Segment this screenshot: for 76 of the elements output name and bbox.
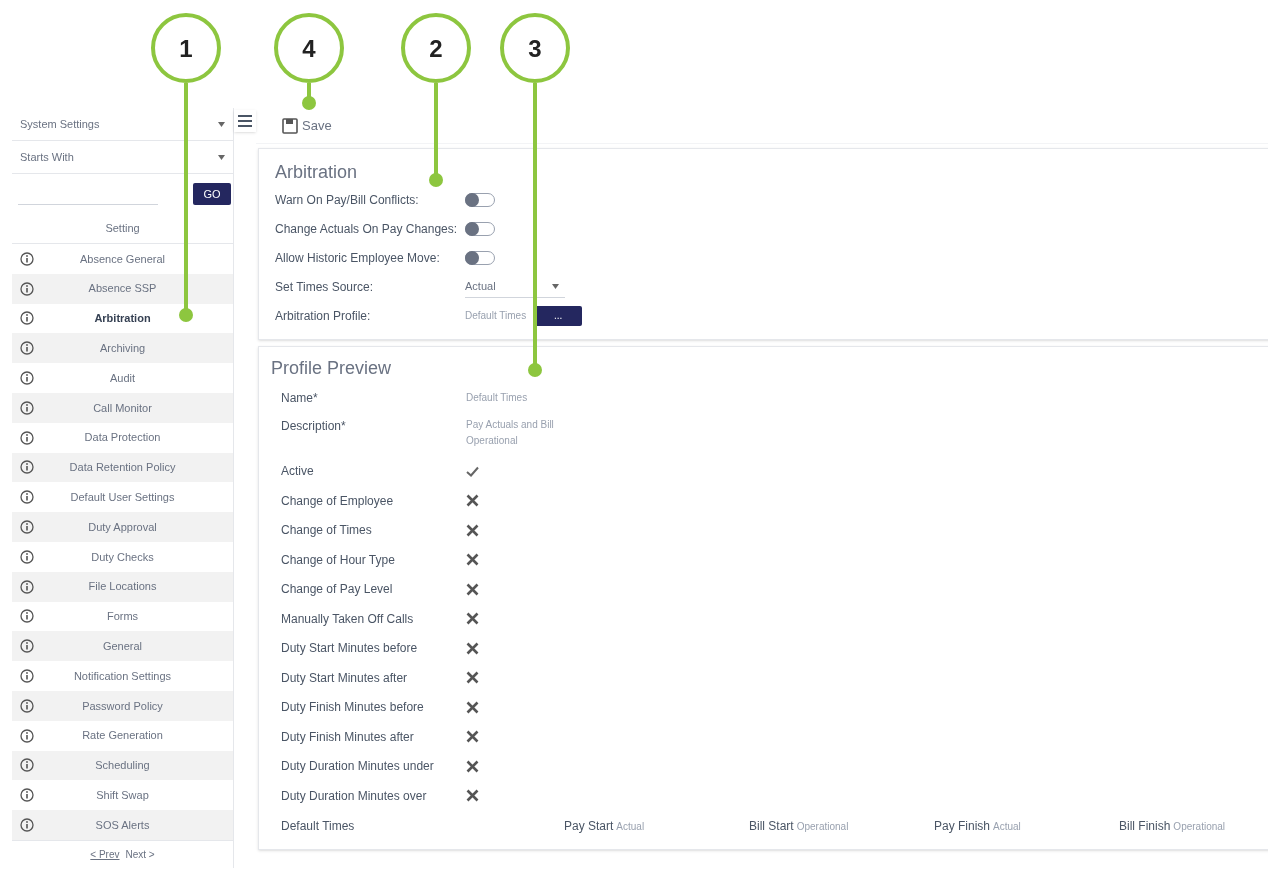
- setting-label: SOS Alerts: [94, 817, 151, 833]
- setting-label: General: [101, 639, 144, 654]
- field-label: Manually Taken Off Calls: [281, 610, 415, 628]
- setting-label: Shift Swap: [95, 788, 150, 803]
- setting-row[interactable]: General: [12, 631, 233, 662]
- time-label: Pay Start: [564, 817, 614, 835]
- callout-number: 3: [528, 35, 542, 62]
- setting-label: Audit: [108, 370, 137, 386]
- browse-button[interactable]: ...: [534, 305, 583, 326]
- setting-label: Forms: [105, 609, 140, 625]
- setting-row[interactable]: Absence SSP: [12, 273, 233, 304]
- field-label: Description*: [281, 417, 347, 435]
- dropdown[interactable]: Actual: [465, 275, 565, 298]
- time-label: Pay Finish: [934, 817, 991, 835]
- time-label: Bill Finish: [1119, 817, 1171, 835]
- field-label: Duty Finish Minutes after: [281, 728, 415, 746]
- setting-label: Warn On Pay/Bill Conflicts:: [275, 191, 420, 209]
- setting-label: Rate Generation: [81, 728, 164, 744]
- field-value: Default Times: [466, 390, 529, 405]
- field-value: Pay Actuals and Bill Operational: [466, 417, 555, 448]
- field-label: Duty Start Minutes before: [281, 640, 419, 658]
- setting-label: Arbitration: [93, 311, 152, 327]
- setting-row[interactable]: Data Retention Policy: [12, 452, 233, 483]
- time-value: Operational: [1173, 819, 1226, 834]
- field-label: Change of Times: [281, 522, 373, 540]
- column-header: Setting: [105, 221, 140, 237]
- callout-number: 2: [429, 35, 443, 62]
- profile-value: Default Times: [465, 309, 527, 323]
- setting-row[interactable]: Password Policy: [12, 690, 233, 721]
- setting-label: Scheduling: [94, 758, 151, 774]
- field-label: Change of Hour Type: [281, 551, 396, 569]
- field-label: Duty Duration Minutes over: [281, 787, 428, 805]
- panel-title: Profile Preview: [271, 357, 393, 380]
- setting-row[interactable]: Archiving: [12, 333, 233, 364]
- field-label: Duty Duration Minutes under: [281, 758, 435, 776]
- field-label: Name*: [281, 389, 319, 407]
- setting-row[interactable]: Call Monitor: [12, 393, 233, 423]
- setting-label: Absence General: [79, 251, 166, 267]
- time-value: Operational: [796, 819, 849, 834]
- setting-label: Data Protection: [83, 430, 162, 446]
- setting-label: Default User Settings: [69, 490, 176, 505]
- setting-label: Archiving: [98, 341, 147, 357]
- field-label: Change of Employee: [281, 492, 395, 510]
- setting-label: Allow Historic Employee Move:: [275, 249, 441, 267]
- setting-label: File Locations: [87, 579, 158, 595]
- dropdown[interactable]: System Settings: [12, 108, 233, 141]
- field-label: Duty Start Minutes after: [281, 669, 409, 687]
- setting-label: Call Monitor: [92, 400, 153, 416]
- setting-label: Set Times Source:: [275, 278, 375, 296]
- panel-title: Arbitration: [275, 161, 359, 184]
- callout-number: 1: [179, 35, 193, 62]
- time-value: Actual: [993, 819, 1021, 834]
- setting-row[interactable]: Scheduling: [12, 750, 233, 781]
- time-value: Actual: [616, 819, 645, 834]
- field-label: Duty Finish Minutes before: [281, 699, 425, 717]
- go-button[interactable]: GO: [193, 183, 231, 205]
- next-link[interactable]: Next >: [125, 846, 155, 862]
- setting-label: Arbitration Profile:: [275, 307, 372, 325]
- time-label: Bill Start: [749, 817, 794, 835]
- setting-label: Password Policy: [81, 698, 164, 714]
- prev-link[interactable]: < Prev: [90, 846, 120, 862]
- field-label: Active: [281, 463, 315, 481]
- setting-label: Duty Checks: [90, 549, 155, 565]
- setting-label: Absence SSP: [87, 281, 158, 297]
- setting-label: Change Actuals On Pay Changes:: [275, 220, 459, 238]
- setting-label: Data Retention Policy: [68, 460, 177, 476]
- setting-row[interactable]: Duty Approval: [12, 512, 233, 542]
- setting-row[interactable]: File Locations: [12, 571, 233, 602]
- callout-number: 4: [302, 35, 316, 62]
- setting-label: Duty Approval: [87, 519, 158, 535]
- setting-row[interactable]: SOS Alerts: [12, 810, 233, 840]
- setting-label: Notification Settings: [72, 668, 173, 684]
- save-button[interactable]: Save: [282, 115, 332, 136]
- dropdown[interactable]: Starts With: [12, 141, 233, 174]
- field-label: Default Times: [281, 817, 356, 835]
- field-label: Change of Pay Level: [281, 581, 394, 599]
